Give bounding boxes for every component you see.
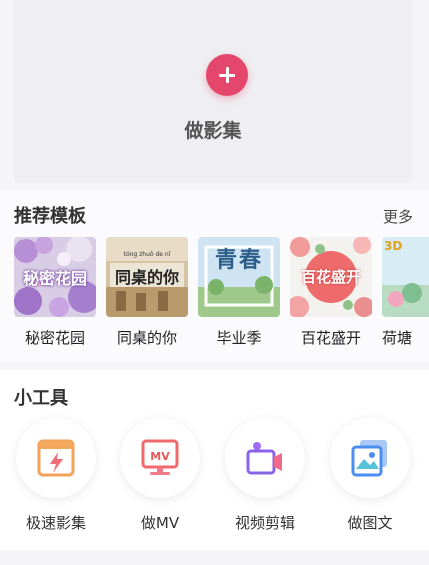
tool-video-edit[interactable]: 视频剪辑 xyxy=(223,418,307,533)
template-label: 百花盛开 xyxy=(300,329,361,347)
template-card[interactable]: 3D 荷塘 xyxy=(382,237,429,348)
mv-badge: MV xyxy=(150,450,170,463)
template-pinyin: tóng zhuō de nǐ xyxy=(123,251,171,258)
more-link[interactable]: 更多 xyxy=(383,206,413,227)
tool-quick-album[interactable]: 极速影集 xyxy=(14,418,98,533)
mv-monitor-icon: MV xyxy=(141,439,179,475)
tool-button[interactable]: MV xyxy=(120,418,200,498)
plus-icon[interactable] xyxy=(206,54,248,96)
create-album-card[interactable]: 做影集 xyxy=(14,0,412,183)
template-label: 秘密花园 xyxy=(24,329,85,347)
section-title: 推荐模板 xyxy=(14,206,86,227)
template-card[interactable]: 青春 毕业季 xyxy=(198,237,280,348)
tool-button[interactable] xyxy=(330,418,410,498)
tool-label: 视频剪辑 xyxy=(234,514,295,532)
template-label: 荷塘 xyxy=(382,329,413,347)
tool-button[interactable] xyxy=(16,418,96,498)
video-camera-icon xyxy=(246,442,282,475)
create-album-label: 做影集 xyxy=(184,120,242,142)
recommended-templates-section: 推荐模板 更多 秘密花园 秘密花园 tóng zhuō de nǐ 同桌的你 同… xyxy=(0,190,429,362)
tool-label: 做MV xyxy=(140,514,180,532)
template-overlay-text: 百花盛开 xyxy=(300,268,361,286)
template-overlay-text: 秘密花园 xyxy=(22,269,87,288)
template-card[interactable]: 秘密花园 秘密花园 xyxy=(14,237,96,348)
lightning-card-icon xyxy=(37,439,75,477)
template-overlay-text: 同桌的你 xyxy=(114,268,179,287)
template-thumbnail: 青春 xyxy=(198,237,280,317)
template-thumbnail: tóng zhuō de nǐ 同桌的你 xyxy=(106,237,188,317)
tool-label: 极速影集 xyxy=(25,514,86,532)
tool-make-mv[interactable]: MV 做MV xyxy=(118,418,202,533)
template-thumbnail: 百花盛开 xyxy=(290,237,372,317)
template-overlay-text: 3D xyxy=(384,239,403,253)
tool-label: 做图文 xyxy=(347,514,393,532)
template-thumbnail: 3D xyxy=(382,237,429,317)
template-overlay-text: 青春 xyxy=(214,248,263,273)
image-text-icon xyxy=(351,440,387,477)
tool-button[interactable] xyxy=(225,418,305,498)
template-thumbnail: 秘密花园 xyxy=(14,237,96,317)
template-label: 毕业季 xyxy=(216,329,262,347)
template-label: 同桌的你 xyxy=(116,329,177,347)
section-title: 小工具 xyxy=(14,388,68,409)
template-card[interactable]: 百花盛开 百花盛开 xyxy=(290,237,372,348)
tool-image-text[interactable]: 做图文 xyxy=(328,418,412,533)
tools-section: 小工具 极速影集 MV 做MV 视频剪辑 做图文 xyxy=(0,370,429,550)
template-card[interactable]: tóng zhuō de nǐ 同桌的你 同桌的你 xyxy=(106,237,188,348)
